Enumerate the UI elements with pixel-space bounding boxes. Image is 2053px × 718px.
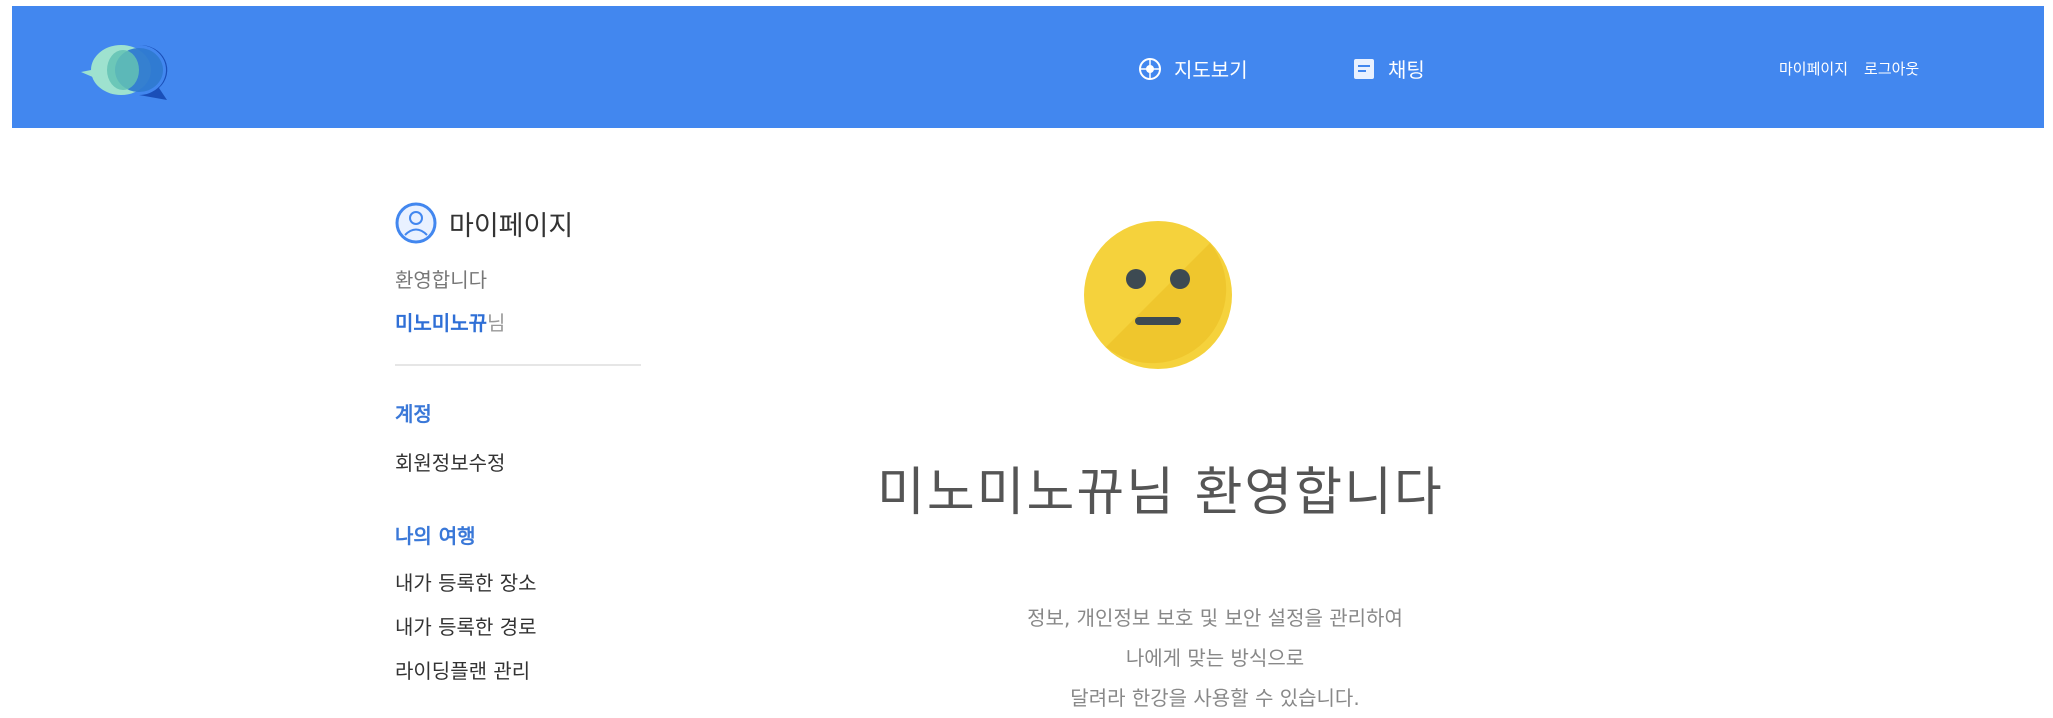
nav-chat-label: 채팅 (1388, 58, 1425, 82)
neutral-face-icon (1084, 221, 1232, 369)
sidebar: 마이페이지 환영합니다 미노미노뀨님 계정 회원정보수정 나의 여행 내가 등록… (395, 200, 645, 699)
top-navigation-bar: 지도보기 채팅 마이페이지 로그아웃 (12, 6, 2044, 128)
menu-riding-plans[interactable]: 라이딩플랜 관리 (395, 655, 645, 684)
chat-icon (1354, 58, 1374, 79)
user-avatar-icon (395, 202, 437, 244)
description: 정보, 개인정보 보호 및 보안 설정을 관리하여 나에게 맞는 방식으로 달려… (780, 598, 1650, 718)
nav-map-button[interactable]: 지도보기 (1138, 54, 1248, 83)
section-my-trip-title: 나의 여행 (395, 524, 476, 548)
sidebar-user-name: 미노미노뀨 (395, 311, 487, 335)
nav-map-label: 지도보기 (1174, 58, 1248, 82)
sidebar-user-suffix: 님 (487, 311, 506, 335)
mypage-link[interactable]: 마이페이지 (1779, 58, 1848, 79)
nav-chat-button[interactable]: 채팅 (1352, 54, 1425, 83)
section-account-title: 계정 (395, 402, 432, 426)
menu-my-places[interactable]: 내가 등록한 장소 (395, 567, 645, 596)
description-line-2: 나에게 맞는 방식으로 (1125, 646, 1305, 670)
sidebar-header: 마이페이지 (395, 200, 645, 246)
description-line-3: 달려라 한강을 사용할 수 있습니다. (1070, 686, 1360, 710)
sidebar-welcome-text: 환영합니다 (395, 268, 487, 292)
menu-edit-profile[interactable]: 회원정보수정 (395, 447, 645, 476)
sidebar-user-line: 미노미노뀨님 (395, 307, 645, 336)
sidebar-divider (395, 364, 641, 366)
logo-icon[interactable] (77, 40, 197, 100)
logout-link[interactable]: 로그아웃 (1864, 58, 1919, 79)
my-trip-menu: 내가 등록한 장소 내가 등록한 경로 라이딩플랜 관리 (395, 567, 645, 684)
description-line-1: 정보, 개인정보 보호 및 보안 설정을 관리하여 (1027, 606, 1403, 630)
user-links: 마이페이지 로그아웃 (1779, 58, 1919, 79)
menu-my-routes[interactable]: 내가 등록한 경로 (395, 611, 645, 640)
sidebar-title: 마이페이지 (449, 210, 574, 242)
compass-icon (1139, 57, 1161, 80)
welcome-heading-text: 미노미노뀨님 환영합니다 (877, 463, 1444, 523)
